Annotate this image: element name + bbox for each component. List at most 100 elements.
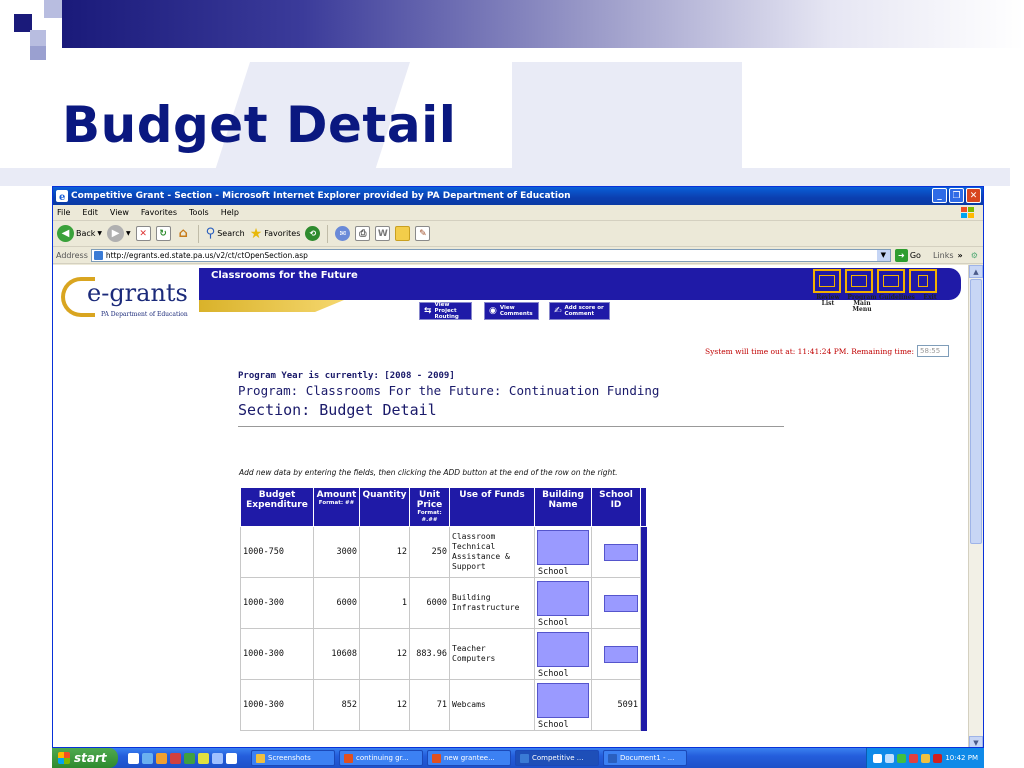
cell-expenditure: 1000-300 <box>240 577 314 629</box>
section-name: Section: Budget Detail <box>238 401 437 419</box>
menu-help[interactable]: Help <box>221 208 239 217</box>
building-select[interactable] <box>537 580 589 616</box>
add-score-button[interactable]: ✍ Add score or Comment <box>549 302 610 320</box>
nav-review-list[interactable]: Review List <box>811 295 845 313</box>
research-icon[interactable]: ✎ <box>415 226 431 241</box>
quick-launch-icon[interactable] <box>128 752 139 764</box>
back-button[interactable]: ◀ Back ▼ <box>57 225 102 242</box>
building-select[interactable] <box>537 682 589 718</box>
nav-exit[interactable]: Exit <box>913 295 947 313</box>
quick-launch-icon[interactable] <box>198 752 209 764</box>
table-row: 1000-300 6000 1 6000 Building Infrastruc… <box>240 577 647 629</box>
scroll-down-icon[interactable]: ▼ <box>969 736 983 747</box>
address-value: http://egrants.ed.state.pa.us/v2/ct/ctOp… <box>105 250 308 260</box>
cell-expenditure: 1000-300 <box>240 628 314 680</box>
cell-expenditure: 1000-300 <box>240 679 314 731</box>
cell-use-of-funds: Webcams <box>449 679 535 731</box>
windows-logo-icon <box>961 207 974 218</box>
scroll-up-icon[interactable]: ▲ <box>969 265 983 278</box>
nav-guidelines[interactable]: Guidelines <box>879 295 915 313</box>
refresh-icon[interactable]: ↻ <box>155 226 171 241</box>
row-edge <box>640 577 647 629</box>
minimize-button[interactable]: _ <box>932 188 947 203</box>
school-id-field[interactable] <box>604 543 638 561</box>
print-icon[interactable]: ⎙ <box>355 226 371 241</box>
task-continuing[interactable]: continuing gr... <box>339 750 423 766</box>
word-icon <box>608 753 617 763</box>
header-use-of-funds: Use of Funds <box>449 487 535 527</box>
egrants-logo: e-grants PA Department of Education <box>59 271 189 327</box>
restore-button[interactable]: ❐ <box>949 188 964 203</box>
divider <box>238 426 784 427</box>
quick-launch-icon[interactable] <box>184 752 195 764</box>
tray-icon[interactable] <box>885 753 895 763</box>
review-list-icon[interactable] <box>813 269 841 293</box>
search-icon: ⚲ <box>205 226 216 241</box>
tray-icon[interactable] <box>873 753 883 763</box>
quick-launch-icon[interactable] <box>212 752 223 764</box>
nav-program-main-menu[interactable]: Program Main Menu <box>845 295 879 313</box>
quick-launch-icon[interactable] <box>156 752 167 764</box>
slide-title: Budget Detail <box>62 96 457 154</box>
building-select[interactable] <box>537 529 589 565</box>
view-comments-button[interactable]: ◉ View Comments <box>484 302 539 320</box>
tray-icon[interactable] <box>897 753 907 763</box>
folder-icon[interactable] <box>395 226 411 241</box>
row-edge <box>640 526 647 578</box>
edit-icon[interactable]: W <box>375 226 391 241</box>
address-input[interactable]: http://egrants.ed.state.pa.us/v2/ct/ctOp… <box>90 248 891 262</box>
guidelines-icon[interactable] <box>877 269 905 293</box>
close-button[interactable]: ✕ <box>966 188 981 203</box>
mail-icon[interactable]: ✉ <box>335 226 351 241</box>
browser-window: e Competitive Grant - Section - Microsof… <box>52 186 984 748</box>
history-icon[interactable]: ⟲ <box>305 226 321 241</box>
cell-school-id <box>591 577 641 629</box>
links-button[interactable]: Links <box>933 251 954 260</box>
favorites-button[interactable]: ★ Favorites <box>250 226 301 242</box>
task-competitive[interactable]: Competitive ... <box>515 750 599 766</box>
task-document1[interactable]: Document1 - ... <box>603 750 687 766</box>
menu-edit[interactable]: Edit <box>82 208 98 217</box>
quick-launch-icon[interactable] <box>142 752 153 764</box>
tray-icon[interactable] <box>921 753 931 763</box>
search-button[interactable]: ⚲ Search <box>206 226 245 241</box>
menu-tools[interactable]: Tools <box>189 208 209 217</box>
cell-school-id <box>591 628 641 680</box>
task-new-grantee[interactable]: new grantee... <box>427 750 511 766</box>
quick-launch-icon[interactable] <box>170 752 181 764</box>
stop-icon[interactable]: ✕ <box>135 226 151 241</box>
address-bar: Address http://egrants.ed.state.pa.us/v2… <box>53 247 983 264</box>
scroll-thumb[interactable] <box>970 279 982 544</box>
cell-quantity: 12 <box>359 526 410 578</box>
menu-file[interactable]: File <box>57 208 70 217</box>
menu-view[interactable]: View <box>110 208 129 217</box>
program-menu-icon[interactable] <box>845 269 873 293</box>
tray-icon[interactable] <box>933 753 943 763</box>
exit-icon[interactable] <box>909 269 937 293</box>
banner-accent <box>199 300 344 312</box>
start-button[interactable]: start <box>52 748 118 768</box>
go-button[interactable]: ➜ Go <box>894 248 921 262</box>
slide-deco-square <box>30 46 46 60</box>
nav-icons <box>813 269 937 293</box>
home-icon[interactable]: ⌂ <box>176 226 191 241</box>
window-titlebar[interactable]: e Competitive Grant - Section - Microsof… <box>53 187 983 205</box>
quick-launch-icon[interactable] <box>226 752 237 764</box>
menu-favorites[interactable]: Favorites <box>141 208 177 217</box>
extension-icon[interactable]: ⚙ <box>971 251 978 260</box>
tray-icon[interactable] <box>909 753 919 763</box>
slide-deco-square <box>44 0 62 18</box>
taskbar: start Screenshots continuing gr... new g… <box>52 748 984 768</box>
cell-school-id[interactable]: 5091 <box>591 679 641 731</box>
forward-button[interactable]: ▶ ▼ <box>107 225 131 242</box>
task-screenshots[interactable]: Screenshots <box>251 750 335 766</box>
eye-icon: ◉ <box>489 306 497 316</box>
menu-bar: File Edit View Favorites Tools Help <box>53 205 983 221</box>
view-routing-button[interactable]: ⇆ View Project Routing <box>419 302 472 320</box>
building-select[interactable] <box>537 631 589 667</box>
vertical-scrollbar[interactable]: ▲ ▼ <box>968 265 983 747</box>
address-dropdown-icon[interactable]: ▼ <box>876 249 890 261</box>
school-id-field[interactable] <box>604 594 638 612</box>
school-id-field[interactable] <box>604 645 638 663</box>
chevron-right-icon[interactable]: » <box>958 251 963 260</box>
